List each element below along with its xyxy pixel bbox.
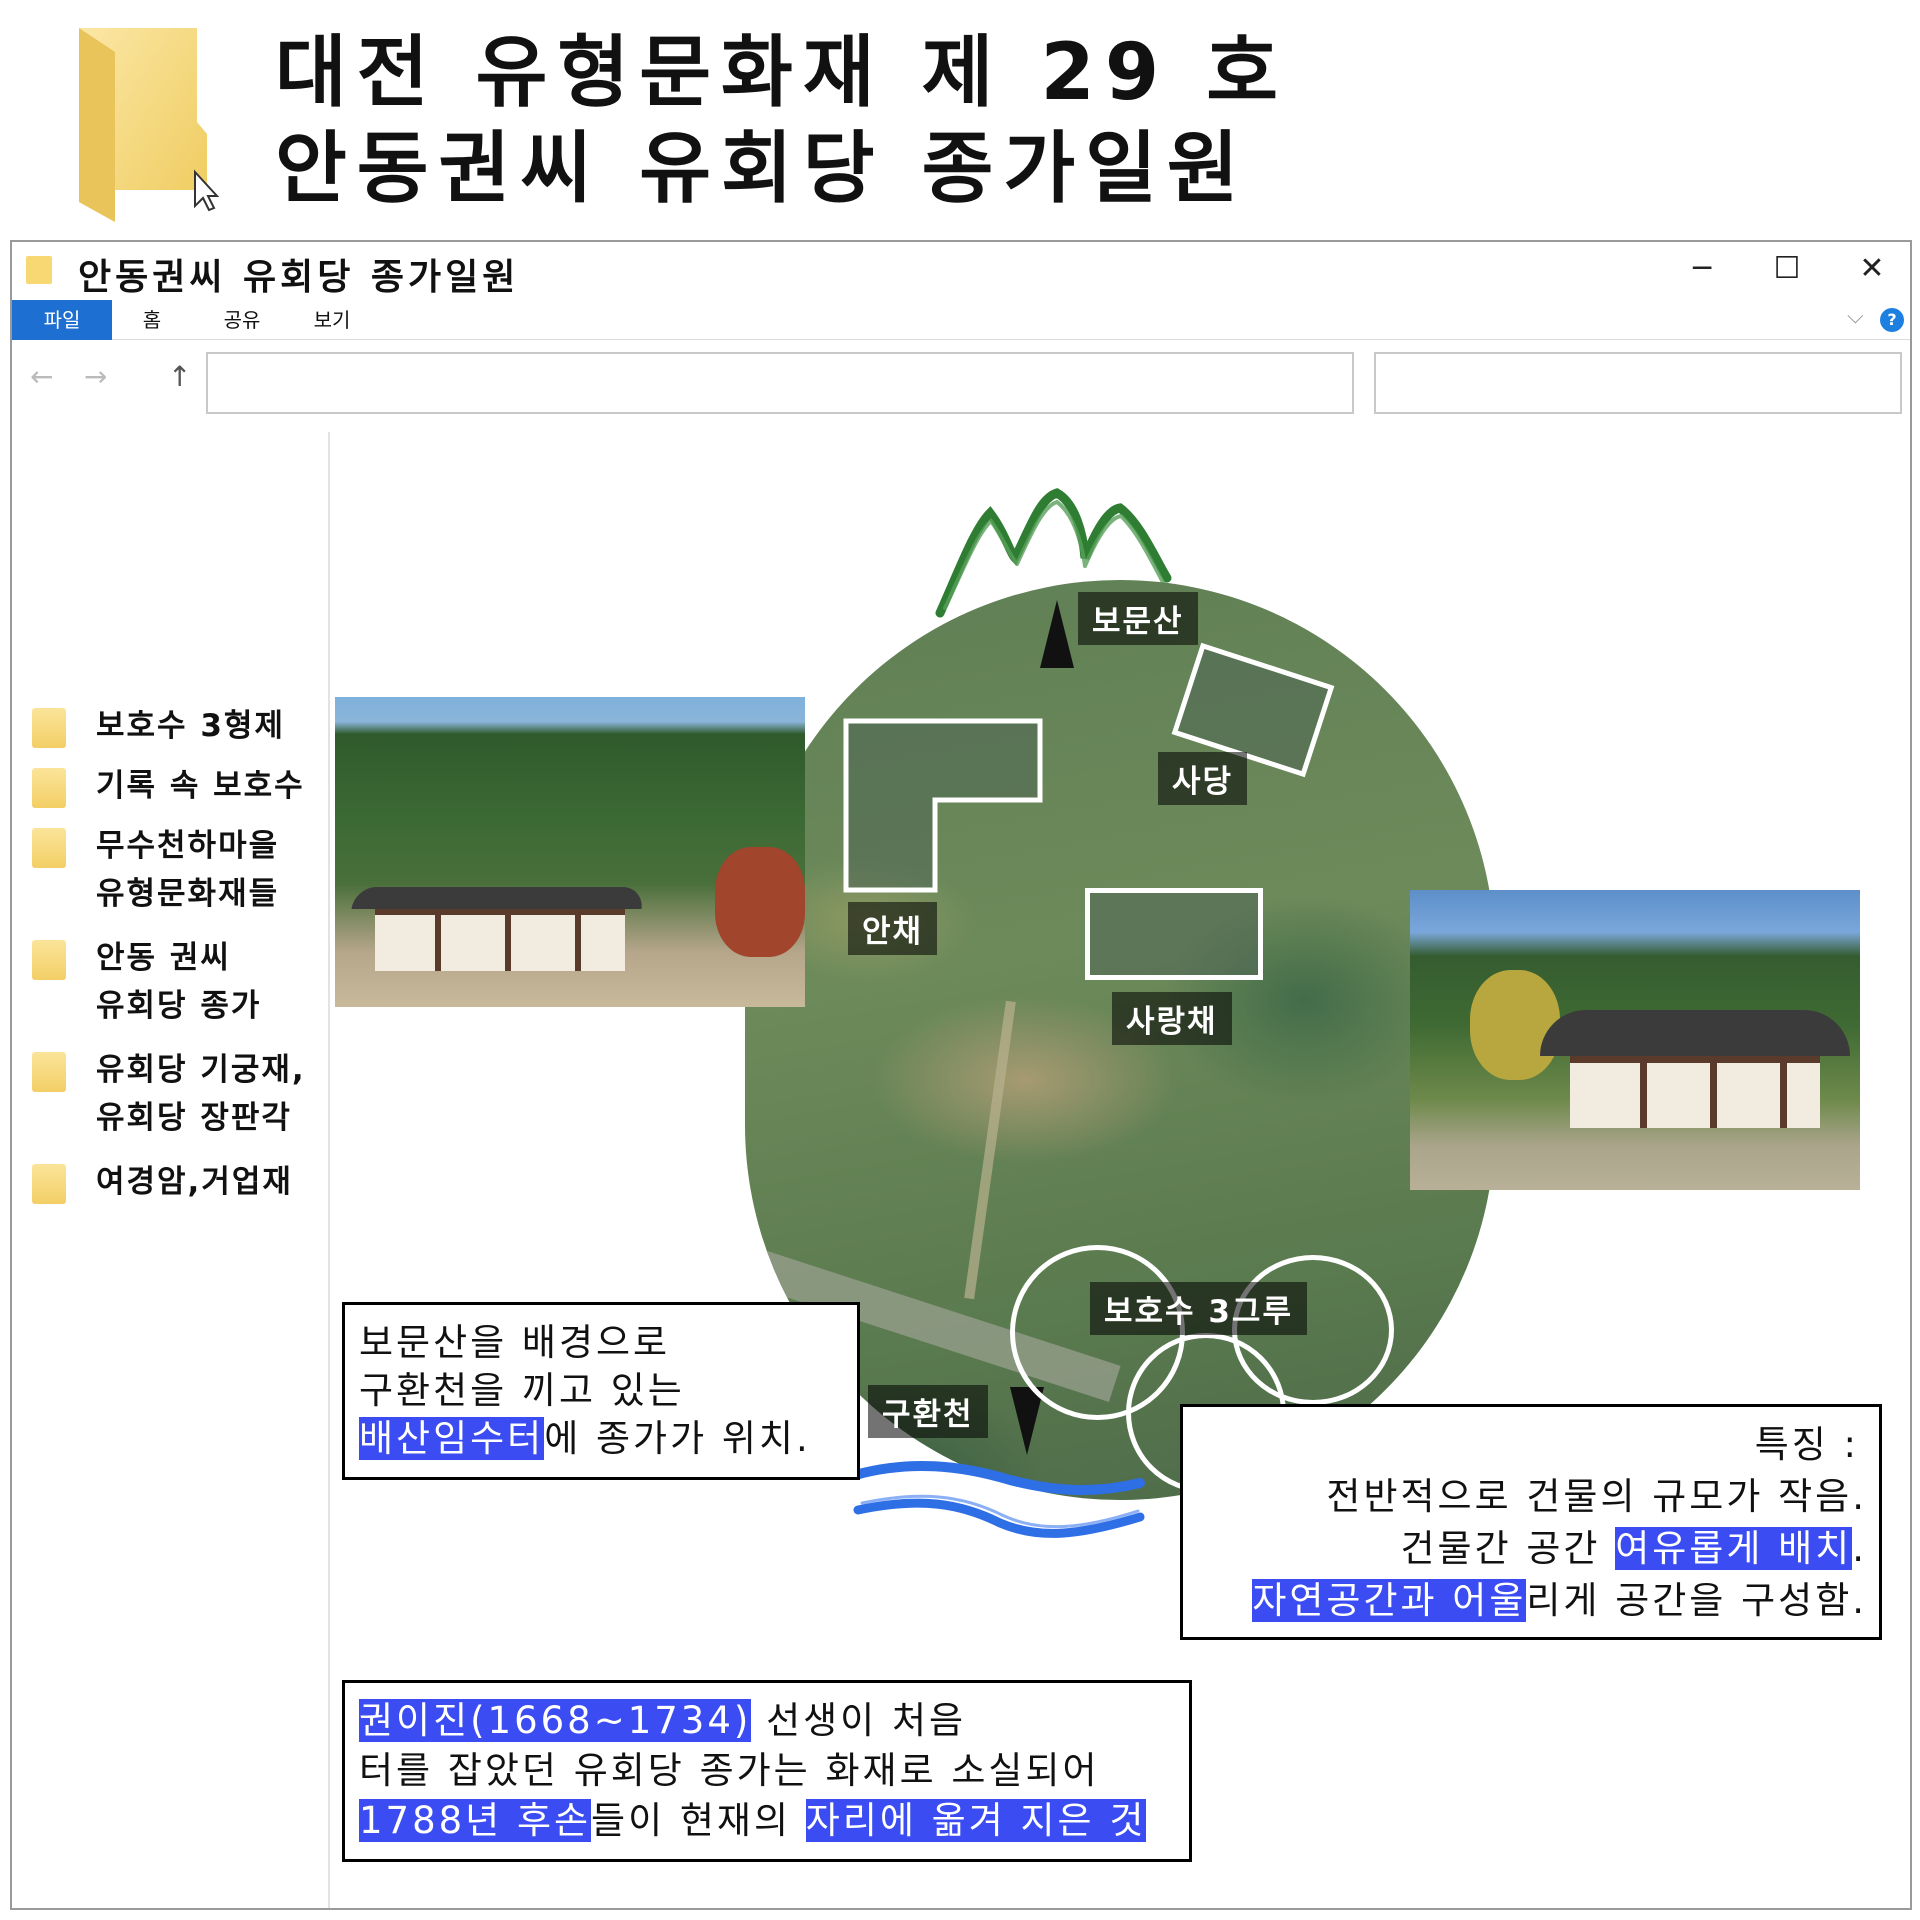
minimize-button[interactable]: ─	[1672, 248, 1732, 288]
sidebar-item-yeogyeongam[interactable]: 여경암,거업재	[32, 1158, 322, 1218]
history-note: 권이진(1668~1734) 선생이 처음 터를 잡았던 유회당 종가는 화재로…	[342, 1680, 1192, 1862]
sidebar-item-label: 안동 권씨 유회당 종가	[96, 940, 262, 1024]
stream-icon	[850, 1460, 1145, 1538]
close-button[interactable]: ✕	[1842, 248, 1902, 288]
sidebar-item-label: 무수천하마을 유형문화재들	[96, 828, 280, 912]
note-line: 자연공간과 어울리게 공간을 구성함.	[1252, 1579, 1867, 1622]
highlight: 권이진(1668~1734)	[359, 1699, 752, 1742]
note-line: 권이진(1668~1734) 선생이 처음	[359, 1699, 967, 1742]
note-line: 1788년 후손들이 현재의 자리에 옮겨 지은 것	[359, 1799, 1147, 1842]
folder-icon	[32, 828, 66, 868]
note-line: 특징 :	[1754, 1423, 1859, 1466]
folder-icon	[32, 940, 66, 980]
highlight: 자리에 옮겨 지은 것	[805, 1799, 1147, 1842]
photo-house-left	[335, 697, 805, 1007]
inner-quarters-outline	[843, 718, 1043, 893]
map-label-sarangchae: 사랑채	[1112, 992, 1232, 1045]
folder-icon	[32, 768, 66, 808]
sidebar-item-label: 보호수 3형제	[96, 708, 285, 744]
highlight: 여유롭게 배치	[1615, 1527, 1853, 1570]
north-arrow-icon	[1040, 600, 1074, 668]
note-line: 구환천을 끼고 있는	[359, 1369, 685, 1412]
sidebar-item-label: 여경암,거업재	[96, 1164, 293, 1200]
maximize-button[interactable]: ☐	[1757, 248, 1817, 288]
folder-icon	[79, 28, 220, 222]
highlight: 1788년 후손	[359, 1799, 592, 1842]
folder-icon	[32, 708, 66, 748]
sidebar-item-label: 기록 속 보호수	[96, 768, 305, 804]
chevron-down-icon[interactable]: ⌵	[1847, 304, 1864, 329]
sarangchae-outline	[1085, 888, 1263, 980]
sidebar-item-recorded-trees[interactable]: 기록 속 보호수	[32, 762, 322, 822]
window-title: 안동권씨 유회당 종가일원	[78, 257, 520, 298]
tab-share[interactable]: 공유	[207, 300, 277, 340]
address-bar[interactable]	[206, 352, 1354, 414]
highlight: 자연공간과 어울	[1252, 1579, 1527, 1622]
forward-arrow-icon[interactable]: →	[84, 360, 107, 393]
highlight: 배산임수터	[359, 1417, 545, 1460]
map-label-inner-quarters: 안채	[848, 902, 938, 955]
title-bar: 안동권씨 유회당 종가일원 ─ ☐ ✕	[12, 242, 1910, 300]
note-line: 터를 잡았던 유회당 종가는 화재로 소실되어	[359, 1749, 1100, 1792]
tab-home[interactable]: 홈	[122, 300, 182, 340]
path	[964, 1000, 1016, 1300]
note-line: 건물간 공간 여유롭게 배치.	[1400, 1527, 1867, 1570]
map-label-trees: 보호수 3그루	[1090, 1282, 1307, 1335]
back-arrow-icon[interactable]: ←	[30, 360, 53, 393]
up-arrow-icon[interactable]: ↑	[168, 360, 191, 393]
folder-icon	[32, 1164, 66, 1204]
note-line: 전반적으로 건물의 규모가 작음.	[1326, 1475, 1867, 1518]
poster-title-line1: 대전 유형문화재 제 29 호	[275, 28, 1289, 118]
sidebar-item-village-heritage[interactable]: 무수천하마을 유형문화재들	[32, 822, 322, 922]
poster-title-line2: 안동권씨 유회당 종가일원	[275, 124, 1249, 214]
search-input[interactable]	[1374, 352, 1902, 414]
sidebar-item-protected-trees[interactable]: 보호수 3형제	[32, 702, 322, 762]
sidebar-item-andong-kwon[interactable]: 안동 권씨 유회당 종가	[32, 934, 322, 1034]
map-label-mountain: 보문산	[1078, 592, 1198, 645]
tab-view[interactable]: 보기	[302, 300, 362, 340]
map-label-shrine: 사당	[1158, 752, 1248, 805]
photo-house-right	[1410, 890, 1860, 1190]
sidebar-item-label: 유회당 기궁재, 유회당 장판각	[96, 1052, 306, 1136]
features-note: 특징 : 전반적으로 건물의 규모가 작음. 건물간 공간 여유롭게 배치. 자…	[1180, 1404, 1882, 1640]
navigation-bar: ← → ↑	[12, 342, 1910, 418]
sidebar-item-yuhoedang-buildings[interactable]: 유회당 기궁재, 유회당 장판각	[32, 1046, 322, 1146]
help-icon[interactable]: ?	[1880, 308, 1904, 332]
location-note: 보문산을 배경으로 구환천을 끼고 있는 배산임수터에 종가가 위치.	[342, 1302, 860, 1480]
folder-icon	[26, 256, 52, 284]
note-line: 배산임수터에 종가가 위치.	[359, 1417, 811, 1460]
navigation-pane: 보호수 3형제 기록 속 보호수 무수천하마을 유형문화재들 안동 권씨 유회당…	[12, 432, 330, 1908]
tab-file[interactable]: 파일	[12, 300, 112, 340]
map-label-stream: 구환천	[868, 1385, 988, 1438]
folder-icon	[32, 1052, 66, 1092]
ribbon: 파일 홈 공유 보기 ⌵ ?	[12, 300, 1910, 340]
note-line: 보문산을 배경으로	[359, 1321, 671, 1364]
